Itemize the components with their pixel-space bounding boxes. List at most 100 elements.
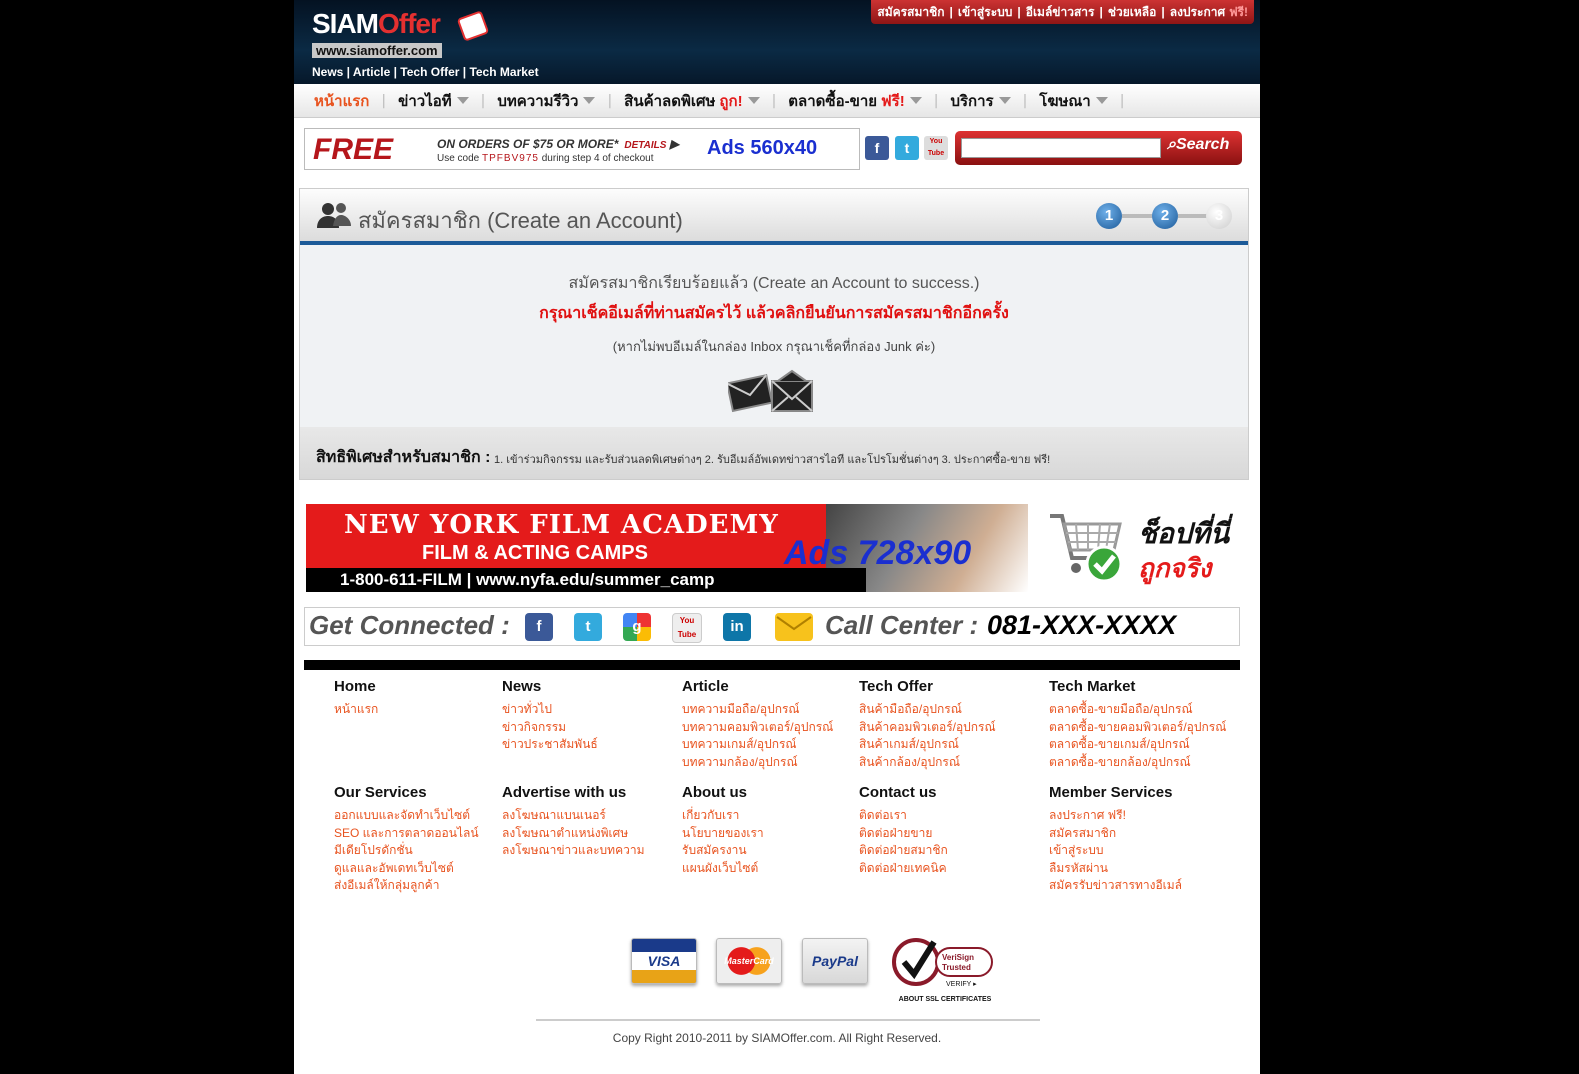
facebook-icon[interactable]: f — [525, 613, 553, 641]
footer-heading: Tech Offer — [859, 678, 933, 695]
footer-link[interactable]: ตลาดซื้อ-ขายเกมส์/อุปกรณ์ — [1049, 736, 1226, 754]
footer-link[interactable]: เกี่ยวกับเรา — [682, 807, 764, 825]
footer-heading: Tech Market — [1049, 678, 1136, 695]
ad-subline: FILM & ACTING CAMPS — [422, 542, 648, 564]
footer-link[interactable]: ติดต่อฝ่ายสมาชิก — [859, 842, 948, 860]
ssl-link[interactable]: ABOUT SSL CERTIFICATES — [890, 996, 1000, 1003]
footer-link[interactable]: ดูแลและอัพเดทเว็บไซต์ — [334, 860, 479, 878]
footer-link[interactable]: ลงโฆษณาแบนเนอร์ — [502, 807, 645, 825]
footer-link[interactable]: ตลาดซื้อ-ขายกล้อง/อุปกรณ์ — [1049, 754, 1226, 772]
footer-link[interactable]: ติดต่อฝ่ายเทคนิค — [859, 860, 948, 878]
footer-link[interactable]: ตลาดซื้อ-ขายคอมพิวเตอร์/อุปกรณ์ — [1049, 719, 1226, 737]
toplink-newsletter[interactable]: อีเมล์ข่าวสาร — [1026, 3, 1095, 22]
footer-link[interactable]: สินค้ามือถือ/อุปกรณ์ — [859, 701, 996, 719]
toplink-help[interactable]: ช่วยเหลือ — [1108, 3, 1157, 22]
logo-wordmark: SIAMOffer — [312, 8, 441, 39]
toplink-login[interactable]: เข้าสู่ระบบ — [958, 3, 1013, 22]
verisign-verify: VERIFY ▸ — [946, 981, 977, 988]
footer-col-member: Member Services ลงประกาศ ฟรี! สมัครสมาชิ… — [1049, 784, 1182, 895]
footer-heading: Member Services — [1049, 784, 1173, 801]
linkedin-icon[interactable]: in — [723, 613, 751, 641]
nav-reviews[interactable]: บทความรีวิว — [497, 89, 596, 113]
get-connected-label: Get Connected : — [309, 610, 510, 640]
nav-special-offers[interactable]: สินค้าลดพิเศษ ถูก! — [624, 89, 760, 113]
ad-headline: NEW YORK FILM ACADEMY — [344, 510, 779, 540]
paypal-icon: PayPal — [802, 938, 868, 984]
step-3: 3 — [1206, 203, 1232, 229]
footer-link[interactable]: ติดต่อเรา — [859, 807, 948, 825]
chevron-down-icon — [456, 97, 469, 104]
logo[interactable]: SIAMOffer www.siamoffer.com News | Artic… — [312, 8, 539, 79]
footer-link[interactable]: ข่าวกิจกรรม — [502, 719, 598, 737]
twitter-icon[interactable]: t — [895, 136, 919, 160]
search-button[interactable]: ⌕Search — [1167, 136, 1229, 154]
ad-details-link: DETAILS — [624, 140, 667, 151]
shop-ad[interactable]: ช็อปที่นี่ ถูกจริง — [1042, 496, 1242, 596]
ad-banner-small[interactable]: FREE ON ORDERS OF $75 OR MORE* DETAILS ▶ … — [304, 128, 860, 170]
mail-icon[interactable] — [775, 613, 813, 641]
footer-col-tech-offer: Tech Offer สินค้ามือถือ/อุปกรณ์ สินค้าคอ… — [859, 678, 996, 771]
nav-it-news[interactable]: ข่าวไอที — [398, 89, 469, 113]
footer-link[interactable]: ออกแบบและจัดทำเว็บไซต์ — [334, 807, 479, 825]
footer-link[interactable]: บทความเกมส์/อุปกรณ์ — [682, 736, 833, 754]
verisign-badge[interactable]: VeriSign Trusted VERIFY ▸ ABOUT SSL CERT… — [890, 934, 1000, 1004]
footer-link[interactable]: ข่าวทั่วไป — [502, 701, 598, 719]
search-box: ⌕Search — [955, 131, 1242, 165]
logo-url: www.siamoffer.com — [312, 43, 442, 58]
footer-link[interactable]: สินค้ากล้อง/อุปกรณ์ — [859, 754, 996, 772]
search-input[interactable] — [961, 138, 1161, 158]
google-icon[interactable]: g — [623, 613, 651, 641]
footer-link[interactable]: ส่งอีเมล์ให้กลุ่มลูกค้า — [334, 877, 479, 895]
footer-link[interactable]: มีเดียโปรดักชั่น — [334, 842, 479, 860]
ad-banner-large[interactable]: NEW YORK FILM ACADEMY FILM & ACTING CAMP… — [306, 504, 1028, 592]
footer-link[interactable]: ลงโฆษณาข่าวและบทความ — [502, 842, 645, 860]
footer-heading: Article — [682, 678, 729, 695]
divider — [304, 660, 1240, 670]
youtube-icon[interactable]: You Tube — [924, 136, 948, 160]
footer-link[interactable]: นโยบายของเรา — [682, 825, 764, 843]
facebook-icon[interactable]: f — [865, 136, 889, 160]
nav-market[interactable]: ตลาดซื้อ-ขาย ฟรี! — [788, 89, 922, 113]
nav-home[interactable]: หน้าแรก — [314, 89, 369, 113]
footer-col-home: Home หน้าแรก — [334, 678, 378, 719]
footer-link[interactable]: ตลาดซื้อ-ขายมือถือ/อุปกรณ์ — [1049, 701, 1226, 719]
footer-col-advertise: Advertise with us ลงโฆษณาแบนเนอร์ ลงโฆษณ… — [502, 784, 645, 860]
footer-link[interactable]: SEO และการตลาดออนไลน์ — [334, 825, 479, 843]
toplink-post-ad[interactable]: ลงประกาศ — [1170, 3, 1225, 22]
footer-link[interactable]: ลงประกาศ ฟรี! — [1049, 807, 1182, 825]
play-icon: ▶ — [669, 137, 679, 151]
footer-link[interactable]: ข่าวประชาสัมพันธ์ — [502, 736, 598, 754]
nav-tag-free: ฟรี! — [881, 92, 905, 110]
footer-link[interactable]: ลืมรหัสผ่าน — [1049, 860, 1182, 878]
privileges-text: 1. เข้าร่วมกิจกรรม และรับส่วนลดพิเศษต่าง… — [494, 454, 1051, 466]
footer-col-about: About us เกี่ยวกับเรา นโยบายของเรา รับสม… — [682, 784, 764, 877]
nav-tag-cheap: ถูก! — [719, 92, 743, 110]
youtube-icon[interactable]: You Tube — [672, 613, 702, 643]
footer-link[interactable]: รับสมัครงาน — [682, 842, 764, 860]
toplink-register[interactable]: สมัครสมาชิก — [877, 3, 944, 22]
page-title: สมัครสมาชิก (Create an Account) — [358, 208, 683, 233]
nav-services[interactable]: บริการ — [950, 89, 1011, 113]
call-center-label: Call Center : — [825, 610, 979, 640]
footer-link[interactable]: ลงโฆษณาตำแหน่งพิเศษ — [502, 825, 645, 843]
footer-link[interactable]: บทความมือถือ/อุปกรณ์ — [682, 701, 833, 719]
footer-heading: Advertise with us — [502, 784, 627, 801]
footer-link[interactable]: สินค้าเกมส์/อุปกรณ์ — [859, 736, 996, 754]
shop-ad-line2: ถูกจริง — [1138, 553, 1212, 583]
envelope-icon — [725, 369, 818, 415]
footer-link[interactable]: หน้าแรก — [334, 701, 378, 719]
nav-advertise[interactable]: โฆษณา — [1039, 89, 1108, 113]
footer-link[interactable]: สินค้าคอมพิวเตอร์/อุปกรณ์ — [859, 719, 996, 737]
footer-heading: About us — [682, 784, 747, 801]
footer-link[interactable]: สมัครรับข่าวสารทางอีเมล์ — [1049, 877, 1182, 895]
footer-link[interactable]: ติดต่อฝ่ายขาย — [859, 825, 948, 843]
ad-line1: ON ORDERS OF $75 OR MORE* DETAILS ▶ — [437, 137, 679, 151]
footer-link[interactable]: แผนผังเว็บไซต์ — [682, 860, 764, 878]
twitter-icon[interactable]: t — [574, 613, 602, 641]
footer-link[interactable]: สมัครสมาชิก — [1049, 825, 1182, 843]
ad-size-label: Ads 728x90 — [784, 534, 972, 572]
footer-link[interactable]: บทความกล้อง/อุปกรณ์ — [682, 754, 833, 772]
footer-link[interactable]: บทความคอมพิวเตอร์/อุปกรณ์ — [682, 719, 833, 737]
footer-divider — [536, 1019, 1040, 1021]
footer-link[interactable]: เข้าสู่ระบบ — [1049, 842, 1182, 860]
